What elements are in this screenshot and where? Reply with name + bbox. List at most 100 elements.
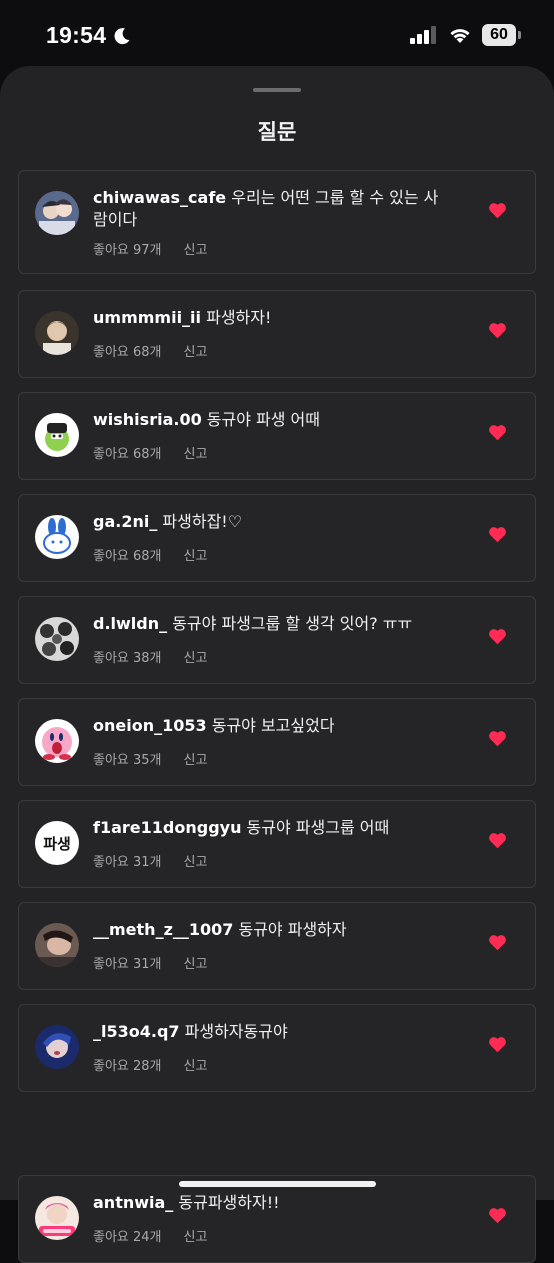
- battery-level: 60: [490, 26, 508, 43]
- comment-meta: 좋아요 24개 신고: [93, 1226, 207, 1245]
- like-count: 좋아요 28개: [93, 1059, 162, 1074]
- report-link[interactable]: 신고: [184, 545, 208, 564]
- comment-meta: 좋아요 28개 신고: [93, 1055, 207, 1074]
- sheet-title: 질문: [257, 120, 297, 144]
- status-bar: 19:54 60: [0, 0, 554, 66]
- comment-meta: 좋아요 97개 신고: [93, 239, 207, 258]
- like-count: 좋아요 31개: [93, 957, 162, 972]
- status-time: 19:54: [46, 22, 132, 49]
- like-count: 좋아요 31개: [93, 855, 162, 870]
- report-link[interactable]: 신고: [184, 953, 208, 972]
- comment-card: ummmmii_ii 파생하자! 좋아요 68개 신고: [18, 290, 536, 378]
- comment-meta: 좋아요 31개 신고: [93, 953, 207, 972]
- report-link[interactable]: 신고: [184, 851, 208, 870]
- heart-icon[interactable]: [488, 526, 507, 543]
- report-link[interactable]: 신고: [184, 239, 208, 258]
- comment-card: antnwia_ 동규파생하자!! 좋아요 24개 신고: [18, 1175, 536, 1263]
- comment-card: chiwawas_cafe 우리는 어떤 그룹 할 수 있는 사람이다 좋아요 …: [18, 170, 536, 274]
- avatar[interactable]: [35, 1025, 79, 1069]
- username[interactable]: __meth_z__1007: [93, 920, 233, 939]
- cellular-signal-icon: [410, 26, 436, 44]
- like-count: 좋아요 24개: [93, 1230, 162, 1245]
- comment-text: ummmmii_ii 파생하자!: [93, 307, 453, 329]
- wifi-icon: [450, 29, 470, 43]
- comment-text: ga.2ni_ 파생하잡!♡: [93, 511, 453, 533]
- report-link[interactable]: 신고: [184, 341, 208, 360]
- comment-text: chiwawas_cafe 우리는 어떤 그룹 할 수 있는 사람이다: [93, 187, 453, 231]
- comment-text: f1are11donggyu 동규야 파생그룹 어때: [93, 817, 453, 839]
- heart-icon[interactable]: [488, 1207, 507, 1224]
- heart-icon[interactable]: [488, 832, 507, 849]
- report-link[interactable]: 신고: [184, 749, 208, 768]
- username[interactable]: wishisria.00: [93, 410, 202, 429]
- comment-card: d.lwldn_ 동규야 파생그룹 할 생각 잇어? ㅠㅠ 좋아요 38개 신고: [18, 596, 536, 684]
- status-icons: 60: [410, 24, 521, 46]
- comment-meta: 좋아요 68개 신고: [93, 545, 207, 564]
- username[interactable]: ummmmii_ii: [93, 308, 201, 327]
- username[interactable]: f1are11donggyu: [93, 818, 241, 837]
- home-indicator[interactable]: [179, 1181, 376, 1187]
- comment-text: antnwia_ 동규파생하자!!: [93, 1192, 453, 1214]
- like-count: 좋아요 35개: [93, 753, 162, 768]
- comment-body: 동규야 파생그룹 어때: [241, 818, 390, 837]
- comment-card: _l53o4.q7 파생하자동규야 좋아요 28개 신고: [18, 1004, 536, 1092]
- comment-card: __meth_z__1007 동규야 파생하자 좋아요 31개 신고: [18, 902, 536, 990]
- like-count: 좋아요 97개: [93, 243, 162, 258]
- heart-icon[interactable]: [488, 730, 507, 747]
- username[interactable]: antnwia_: [93, 1193, 173, 1212]
- comment-card: oneion_1053 동규야 보고싶었다 좋아요 35개 신고: [18, 698, 536, 786]
- comment-body: 동규야 파생그룹 할 생각 잇어? ㅠㅠ: [167, 614, 413, 633]
- like-count: 좋아요 38개: [93, 651, 162, 666]
- like-count: 좋아요 68개: [93, 549, 162, 564]
- heart-icon[interactable]: [488, 202, 507, 219]
- heart-icon[interactable]: [488, 424, 507, 441]
- heart-icon[interactable]: [488, 1036, 507, 1053]
- username[interactable]: ga.2ni_: [93, 512, 157, 531]
- username[interactable]: d.lwldn_: [93, 614, 167, 633]
- comment-body: 파생하자동규야: [179, 1022, 288, 1041]
- comment-meta: 좋아요 35개 신고: [93, 749, 207, 768]
- sheet-grabber[interactable]: [253, 88, 301, 92]
- comment-card: ga.2ni_ 파생하잡!♡ 좋아요 68개 신고: [18, 494, 536, 582]
- comment-meta: 좋아요 38개 신고: [93, 647, 207, 666]
- like-count: 좋아요 68개: [93, 447, 162, 462]
- report-link[interactable]: 신고: [184, 1226, 208, 1245]
- like-count: 좋아요 68개: [93, 345, 162, 360]
- username[interactable]: oneion_1053: [93, 716, 207, 735]
- heart-icon[interactable]: [488, 322, 507, 339]
- avatar[interactable]: [35, 311, 79, 355]
- report-link[interactable]: 신고: [184, 647, 208, 666]
- comment-text: __meth_z__1007 동규야 파생하자: [93, 919, 453, 941]
- comment-text: d.lwldn_ 동규야 파생그룹 할 생각 잇어? ㅠㅠ: [93, 613, 453, 635]
- comment-meta: 좋아요 68개 신고: [93, 443, 207, 462]
- comment-body: 파생하잡!♡: [157, 512, 243, 531]
- comment-meta: 좋아요 68개 신고: [93, 341, 207, 360]
- questions-sheet: 질문 chiwawas_cafe 우리는 어떤 그룹 할 수 있는 사람이다 좋…: [0, 66, 554, 1263]
- comment-body: 동규야 파생하자: [233, 920, 347, 939]
- comment-text: _l53o4.q7 파생하자동규야: [93, 1021, 453, 1043]
- avatar[interactable]: [35, 191, 79, 235]
- avatar-text: 파생: [43, 834, 71, 853]
- report-link[interactable]: 신고: [184, 1055, 208, 1074]
- comment-text: wishisria.00 동규야 파생 어때: [93, 409, 453, 431]
- comment-card: wishisria.00 동규야 파생 어때 좋아요 68개 신고: [18, 392, 536, 480]
- heart-icon[interactable]: [488, 628, 507, 645]
- avatar[interactable]: [35, 617, 79, 661]
- avatar[interactable]: [35, 719, 79, 763]
- comment-meta: 좋아요 31개 신고: [93, 851, 207, 870]
- comment-body: 파생하자!: [201, 308, 272, 327]
- avatar[interactable]: [35, 1196, 79, 1240]
- moon-icon: [114, 27, 130, 44]
- report-link[interactable]: 신고: [184, 443, 208, 462]
- comment-card: 파생 f1are11donggyu 동규야 파생그룹 어때 좋아요 31개 신고: [18, 800, 536, 888]
- avatar[interactable]: [35, 923, 79, 967]
- avatar[interactable]: [35, 515, 79, 559]
- username[interactable]: chiwawas_cafe: [93, 188, 226, 207]
- comment-body: 동규야 파생 어때: [201, 410, 321, 429]
- heart-icon[interactable]: [488, 934, 507, 951]
- comment-body: 동규파생하자!!: [173, 1193, 280, 1212]
- avatar[interactable]: 파생: [35, 821, 79, 865]
- avatar[interactable]: [35, 413, 79, 457]
- username[interactable]: _l53o4.q7: [93, 1022, 180, 1041]
- comment-text: oneion_1053 동규야 보고싶었다: [93, 715, 453, 737]
